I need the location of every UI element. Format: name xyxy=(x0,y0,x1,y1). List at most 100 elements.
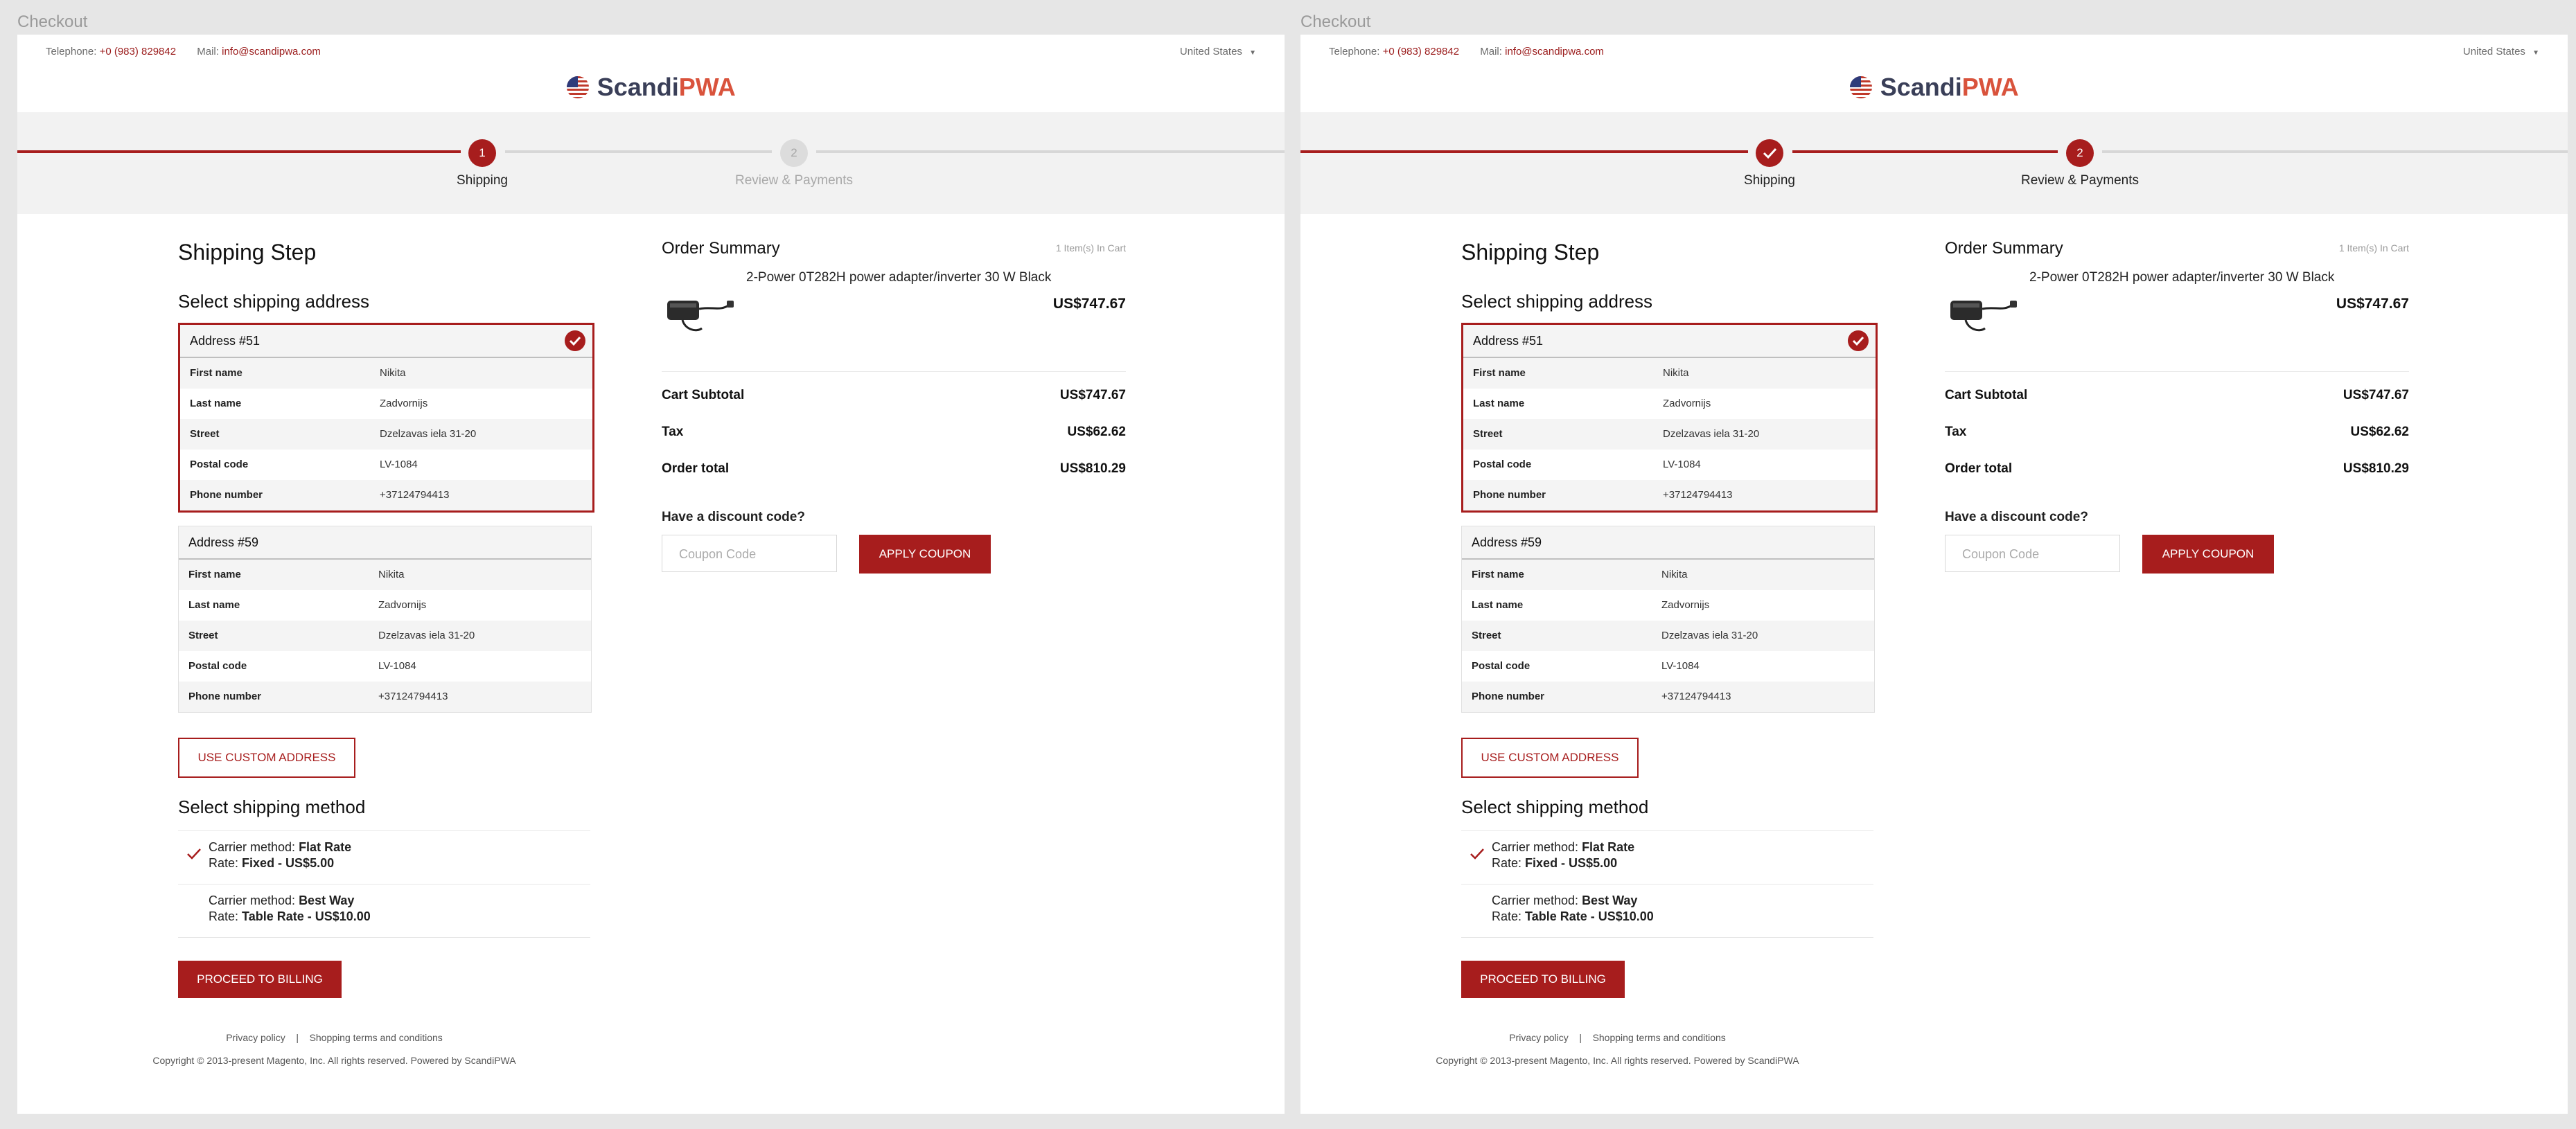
step-2-indicator: 2 xyxy=(780,139,808,167)
checkout-progress: 1 2 Shipping Review & Payments xyxy=(17,112,1285,214)
order-summary-title: Order Summary xyxy=(662,239,780,258)
cart-item-count: 1 Item(s) In Cart xyxy=(2338,242,2409,254)
address-row: Phone number +37124794413 xyxy=(179,682,591,712)
brand-name: ScandiPWA xyxy=(597,73,736,101)
product-name[interactable]: 2-Power 0T282H power adapter/inverter 30… xyxy=(746,270,1051,285)
step-2-label: Review & Payments xyxy=(734,173,853,188)
use-custom-address-button[interactable]: USE CUSTOM ADDRESS xyxy=(1461,738,1639,778)
page-title: Shipping Step xyxy=(1461,240,1600,265)
address-row: Last name Zadvornijs xyxy=(190,398,428,409)
coupon-code-input[interactable]: Coupon Code xyxy=(1945,535,2120,572)
address-card[interactable]: Address #59 First name Nikita Last name Za… xyxy=(1461,526,1875,713)
us-flag-icon xyxy=(567,76,590,98)
step-1-indicator: 1 xyxy=(468,139,496,167)
address-row: Street Dzelzavas iela 31-20 xyxy=(1463,419,1876,450)
apply-coupon-button[interactable]: APPLY COUPON xyxy=(859,535,991,574)
total-row: Tax US$62.62 xyxy=(662,425,1126,439)
footer-links: Privacy policy | Shopping terms and cond… xyxy=(1300,1032,1934,1043)
step-1-label: Shipping xyxy=(457,173,508,188)
checkout-frame-review: Telephone: +0 (983) 829842 Mail: info@sc… xyxy=(1300,35,2568,1114)
address-row: Phone number +37124794413 xyxy=(1463,480,1876,510)
cart-item-count: 1 Item(s) In Cart xyxy=(1055,242,1126,254)
address-card-header: Address #51 xyxy=(1463,325,1876,358)
top-bar: Telephone: +0 (983) 829842 Mail: info@sc… xyxy=(1300,35,2568,76)
address-row: First name Nikita xyxy=(1463,358,1876,389)
product-price: US$747.67 xyxy=(2336,296,2409,312)
apply-coupon-button[interactable]: APPLY COUPON xyxy=(2142,535,2274,574)
address-row: Street Dzelzavas iela 31-20 xyxy=(179,621,591,651)
mail-label: Mail: xyxy=(197,46,219,57)
total-row: Cart Subtotal US$747.67 xyxy=(1945,388,2409,402)
use-custom-address-button[interactable]: USE CUSTOM ADDRESS xyxy=(178,738,355,778)
address-row: Phone number +37124794413 xyxy=(1462,682,1874,712)
country-selector[interactable]: United States ▼ xyxy=(2463,46,2539,57)
us-flag-icon xyxy=(1850,76,1873,98)
address-card-header: Address #51 xyxy=(180,325,592,358)
address-row: Phone number +37124794413 xyxy=(180,480,592,510)
product-price: US$747.67 xyxy=(1052,296,1126,312)
checkmark-icon xyxy=(1763,148,1777,159)
shipping-method-option[interactable]: Carrier method: Flat Rate Rate: Fixed - … xyxy=(1461,830,1873,884)
page-title: Shipping Step xyxy=(178,240,317,265)
frame-title: Checkout xyxy=(17,12,88,31)
footer-links: Privacy policy | Shopping terms and cond… xyxy=(17,1032,651,1043)
contacts: Telephone: +0 (983) 829842 Mail: info@sc… xyxy=(46,46,339,57)
address-row: Last name Zadvornijs xyxy=(188,599,427,611)
mail-link[interactable]: info@scandipwa.com xyxy=(1505,46,1604,57)
address-row: Street Dzelzavas iela 31-20 xyxy=(180,419,592,450)
mail-link[interactable]: info@scandipwa.com xyxy=(222,46,321,57)
address-row: Postal code LV-1084 xyxy=(1473,459,1701,470)
check-icon xyxy=(187,848,201,860)
footer-separator: | xyxy=(296,1032,299,1043)
address-row: Street Dzelzavas iela 31-20 xyxy=(1462,621,1874,651)
step-2-label: Review & Payments xyxy=(2020,173,2139,188)
top-bar: Telephone: +0 (983) 829842 Mail: info@sc… xyxy=(17,35,1285,76)
address-card-selected[interactable]: Address #51 First name Nikita Last name Za… xyxy=(1461,323,1878,513)
shipping-method-option[interactable]: Carrier method: Best Way Rate: Table Rat… xyxy=(1461,884,1873,938)
telephone-link[interactable]: +0 (983) 829842 xyxy=(100,46,177,57)
total-row: Order total US$810.29 xyxy=(1945,461,2409,476)
address-row: Postal code LV-1084 xyxy=(190,459,418,470)
country-label: United States xyxy=(2462,46,2525,57)
logo[interactable]: ScandiPWA xyxy=(17,73,1285,102)
logo[interactable]: ScandiPWA xyxy=(1300,73,2568,102)
summary-divider xyxy=(1945,371,2409,372)
checkout-frame-shipping: Telephone: +0 (983) 829842 Mail: info@sc… xyxy=(17,35,1285,1114)
caret-down-icon: ▼ xyxy=(1249,49,1256,57)
brand-name: ScandiPWA xyxy=(1880,73,2019,101)
telephone-link[interactable]: +0 (983) 829842 xyxy=(1383,46,1460,57)
telephone-label: Telephone: xyxy=(46,46,97,57)
step-1-label: Shipping xyxy=(1744,173,1795,188)
product-image[interactable] xyxy=(662,291,738,339)
address-card[interactable]: Address #59 First name Nikita Last name Za… xyxy=(178,526,592,713)
checkout-progress: 2 Shipping Review & Payments xyxy=(1300,112,2568,214)
mail-label: Mail: xyxy=(1480,46,1502,57)
proceed-to-billing-button[interactable]: PROCEED TO BILLING xyxy=(1461,961,1625,998)
address-row: Last name Zadvornijs xyxy=(1472,599,1710,611)
discount-question: Have a discount code? xyxy=(1945,510,2088,524)
select-method-heading: Select shipping method xyxy=(1461,797,1649,817)
coupon-code-input[interactable]: Coupon Code xyxy=(662,535,837,572)
caret-down-icon: ▼ xyxy=(2532,49,2539,57)
check-icon xyxy=(1470,848,1484,860)
product-name[interactable]: 2-Power 0T282H power adapter/inverter 30… xyxy=(2029,270,2334,285)
terms-link[interactable]: Shopping terms and conditions xyxy=(310,1032,443,1043)
shipping-method-option[interactable]: Carrier method: Best Way Rate: Table Rat… xyxy=(178,884,590,938)
terms-link[interactable]: Shopping terms and conditions xyxy=(1593,1032,1726,1043)
select-address-heading: Select shipping address xyxy=(1461,291,1653,312)
address-row: Postal code LV-1084 xyxy=(188,660,416,672)
summary-divider xyxy=(662,371,1126,372)
privacy-policy-link[interactable]: Privacy policy xyxy=(226,1032,285,1043)
progress-lines xyxy=(17,150,1285,153)
privacy-policy-link[interactable]: Privacy policy xyxy=(1509,1032,1569,1043)
select-address-heading: Select shipping address xyxy=(178,291,370,312)
contacts: Telephone: +0 (983) 829842 Mail: info@sc… xyxy=(1329,46,1622,57)
product-image[interactable] xyxy=(1945,291,2021,339)
frame-title: Checkout xyxy=(1300,12,1371,31)
shipping-method-option[interactable]: Carrier method: Flat Rate Rate: Fixed - … xyxy=(178,830,590,884)
address-card-header: Address #59 xyxy=(179,526,591,560)
step-1-done-indicator xyxy=(1756,139,1783,167)
country-selector[interactable]: United States ▼ xyxy=(1180,46,1256,57)
address-card-selected[interactable]: Address #51 First name Nikita Last name Za… xyxy=(178,323,594,513)
proceed-to-billing-button[interactable]: PROCEED TO BILLING xyxy=(178,961,342,998)
